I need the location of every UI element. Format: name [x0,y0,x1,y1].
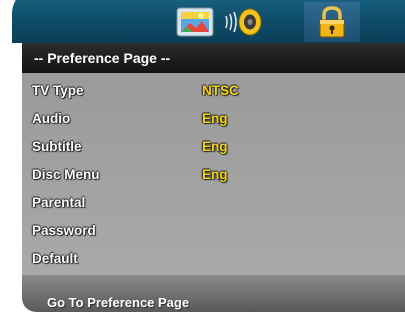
lock-icon [319,6,345,38]
menu-item-tv-type[interactable]: TV Type NTSC [22,79,405,103]
menu-item-label: Audio [32,111,71,126]
menu-item-disc-menu[interactable]: Disc Menu Eng [22,163,405,187]
tab-preference-setup[interactable] [304,2,360,42]
menu-item-label: Default [32,251,78,266]
dvd-setup-menu: -- Preference Page -- TV Type NTSC Audio… [0,0,405,312]
menu-item-label: TV Type [32,83,84,98]
menu-item-value: Eng [202,167,228,182]
status-bar: Go To Preference Page [22,275,405,312]
menu-item-value: Eng [202,139,228,154]
menu-item-label: Disc Menu [32,167,100,182]
menu-item-value: NTSC [202,83,239,98]
menu-item-parental[interactable]: Parental [22,191,405,215]
picture-icon [176,7,214,37]
menu-item-label: Subtitle [32,139,82,154]
tab-general-setup[interactable] [167,2,223,42]
tab-audio-setup[interactable] [216,2,272,42]
audio-speaker-icon [225,8,262,36]
menu-item-value: Eng [202,111,228,126]
status-text: Go To Preference Page [47,295,190,310]
menu-item-audio[interactable]: Audio Eng [22,107,405,131]
menu-item-default[interactable]: Default [22,247,405,271]
setup-category-bar [0,0,405,43]
page-title: -- Preference Page -- [22,43,405,73]
menu-item-label: Parental [32,195,86,210]
menu-list: TV Type NTSC Audio Eng Subtitle Eng Disc… [22,73,405,275]
menu-item-password[interactable]: Password [22,219,405,243]
menu-item-label: Password [32,223,96,238]
menu-item-subtitle[interactable]: Subtitle Eng [22,135,405,159]
